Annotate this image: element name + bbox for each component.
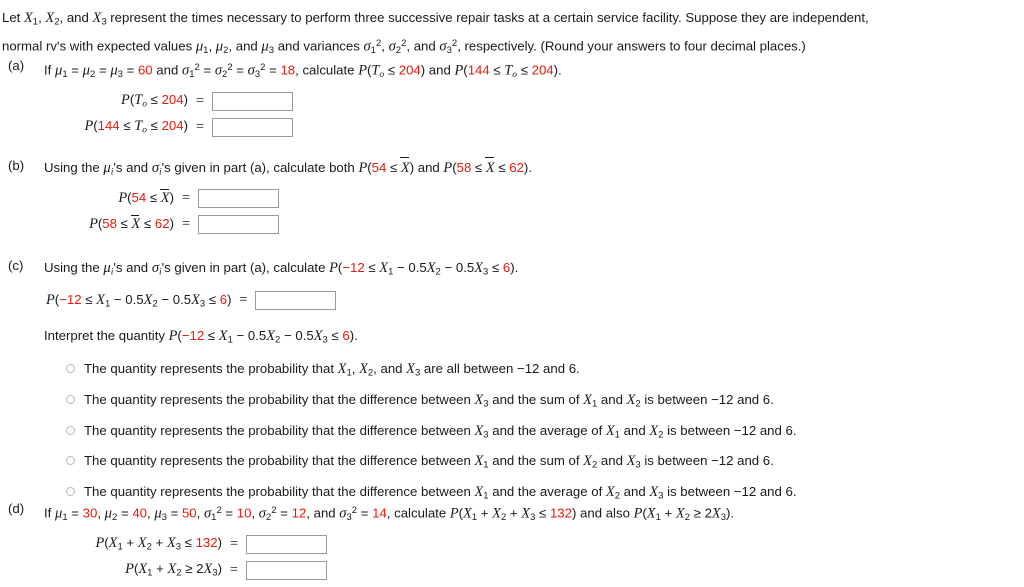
- part-c-answer-area: P(−12 ≤ X1 − 0.5X2 − 0.5X3 ≤ 6) =: [44, 290, 797, 312]
- part-a-label: (a): [8, 58, 25, 73]
- part-b: (b) Using the μi's and σi's given in par…: [0, 157, 532, 240]
- part-d-answer-2[interactable]: [245, 560, 327, 580]
- part-b-label: (b): [8, 158, 25, 173]
- answer-row: P(X1 + X2 ≥ 2X3) =: [44, 559, 734, 581]
- part-d-mu2: 40: [132, 505, 147, 521]
- part-d-answer-1[interactable]: [245, 534, 327, 554]
- part-b-answers: P(54 ≤ X) = P(58 ≤ X ≤ 62) =: [44, 188, 532, 236]
- radio-button-icon[interactable]: [66, 425, 75, 435]
- answer-row: P(−12 ≤ X1 − 0.5X2 − 0.5X3 ≤ 6) =: [44, 290, 797, 312]
- part-d-stem: If μ1 = 30, μ2 = 40, μ3 = 50, σ12 = 10, …: [44, 505, 735, 524]
- radio-button-icon[interactable]: [66, 364, 75, 374]
- equals-sign: =: [229, 535, 239, 552]
- equals-sign: =: [181, 216, 191, 233]
- equals-sign: =: [229, 561, 239, 578]
- part-a-target-1: 204: [398, 62, 421, 78]
- radio-button-icon[interactable]: [66, 486, 75, 496]
- part-d-answers: P(X1 + X2 + X3 ≤ 132) = P(X1 + X2 ≥ 2X3)…: [44, 533, 734, 581]
- option-row[interactable]: The quantity represents the probability …: [66, 422, 797, 445]
- part-c-answer-label: P(−12 ≤ X1 − 0.5X2 − 0.5X3 ≤ 6): [46, 291, 232, 310]
- part-c-answer[interactable]: [255, 291, 337, 311]
- part-a: (a) If μ1 = μ2 = μ3 = 60 and σ12 = σ22 =…: [0, 58, 562, 142]
- answer-row: P(X1 + X2 + X3 ≤ 132) =: [44, 533, 734, 555]
- option-row[interactable]: The quantity represents the probability …: [66, 452, 797, 475]
- part-c: (c) Using the μi's and σi's given in par…: [0, 258, 797, 514]
- part-c-interpret-prompt: Interpret the quantity P(−12 ≤ X1 − 0.5X…: [44, 327, 358, 346]
- answer-row: P(144 ≤ To ≤ 204) =: [44, 116, 562, 138]
- part-b-v1: 54: [371, 160, 387, 175]
- equals-sign: =: [195, 118, 205, 135]
- intro-line-1: Let X1, X2, and X3 represent the times n…: [2, 10, 869, 28]
- part-a-answers: P(To ≤ 204) = P(144 ≤ To ≤ 204) =: [44, 90, 562, 138]
- part-d-row1-label: P(X1 + X2 + X3 ≤ 132): [95, 535, 222, 554]
- option-2-text: The quantity represents the probability …: [84, 391, 774, 410]
- part-b-v2-lo: 58: [456, 160, 472, 175]
- part-a-sigma-value: 18: [280, 62, 296, 78]
- part-b-row1-label: P(54 ≤ X): [118, 189, 174, 207]
- radio-button-icon[interactable]: [66, 394, 75, 404]
- part-d-mu1: 30: [82, 505, 98, 521]
- part-b-answer-1[interactable]: [197, 189, 279, 209]
- equals-sign: =: [181, 190, 191, 207]
- part-a-target-2-hi: 204: [531, 62, 554, 78]
- answer-row: P(To ≤ 204) =: [44, 90, 562, 112]
- part-d-sig1: 10: [236, 505, 252, 521]
- part-c-stem: Using the μi's and σi's given in part (a…: [44, 260, 519, 278]
- part-d-target1: 132: [549, 505, 572, 521]
- part-b-stem: Using the μi's and σi's given in part (a…: [44, 157, 532, 178]
- option-row[interactable]: The quantity represents the probability …: [66, 391, 797, 414]
- part-a-answer-2[interactable]: [211, 117, 293, 137]
- option-row[interactable]: The quantity represents the probability …: [66, 360, 797, 383]
- part-d-label: (d): [8, 501, 25, 516]
- part-a-row2-label: P(144 ≤ To ≤ 204): [84, 118, 188, 137]
- part-d-mu3: 50: [181, 505, 197, 521]
- part-c-options: The quantity represents the probability …: [44, 360, 797, 505]
- part-a-target-2-lo: 144: [467, 62, 490, 78]
- part-c-lo: −12: [342, 260, 365, 275]
- part-b-row2-label: P(58 ≤ X ≤ 62): [89, 215, 174, 233]
- radio-button-icon[interactable]: [66, 456, 75, 466]
- part-c-hi: 6: [502, 260, 511, 275]
- part-d-sig3: 14: [372, 505, 387, 521]
- problem-intro: Let X1, X2, and X3 represent the times n…: [0, 4, 1024, 61]
- part-a-stem: If μ1 = μ2 = μ3 = 60 and σ12 = σ22 = σ32…: [44, 62, 562, 81]
- part-a-row1-label: P(To ≤ 204): [121, 92, 188, 111]
- equals-sign: =: [195, 92, 205, 109]
- part-b-answer-2[interactable]: [197, 215, 279, 235]
- option-3-text: The quantity represents the probability …: [84, 422, 797, 441]
- part-a-answer-1[interactable]: [211, 91, 293, 111]
- equals-sign: =: [238, 292, 249, 309]
- answer-row: P(54 ≤ X) =: [44, 188, 532, 210]
- part-d: (d) If μ1 = 30, μ2 = 40, μ3 = 50, σ12 = …: [0, 501, 734, 585]
- part-d-sig2: 12: [291, 505, 307, 521]
- part-a-mu-value: 60: [137, 62, 153, 78]
- option-4-text: The quantity represents the probability …: [84, 453, 774, 471]
- part-d-row2-label: P(X1 + X2 ≥ 2X3): [125, 561, 222, 580]
- option-1-text: The quantity represents the probability …: [84, 361, 580, 379]
- part-c-label: (c): [8, 258, 24, 273]
- answer-row: P(58 ≤ X ≤ 62) =: [44, 214, 532, 236]
- part-b-v2-hi: 62: [509, 160, 524, 175]
- intro-line-2: normal rv's with expected values μ1, μ2,…: [2, 37, 806, 56]
- worksheet-page: Let X1, X2, and X3 represent the times n…: [0, 0, 1024, 580]
